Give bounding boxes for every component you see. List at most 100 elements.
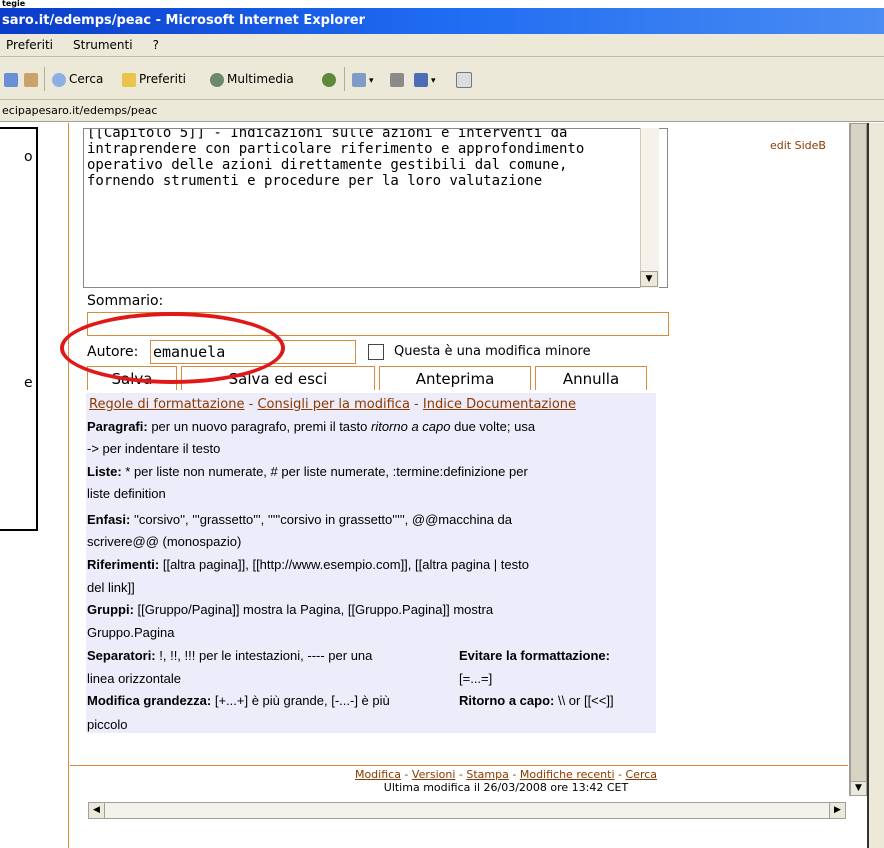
toolbar: Cerca Preferiti Multimedia ▾ ▾ [0,57,884,100]
cancel-button[interactable]: Annulla [535,366,647,390]
toolbar-separator [344,67,345,91]
menu-strumenti[interactable]: Strumenti [73,38,133,52]
help-references: Riferimenti: [[altra pagina]], [[http://… [87,557,529,572]
menu-help[interactable]: ? [153,38,159,52]
chevron-down-icon: ▾ [369,76,374,86]
search-icon [52,72,66,87]
footer-link-versions[interactable]: Versioni [412,768,456,781]
favorites-button[interactable]: Preferiti [122,69,186,89]
help-term: Separatori: [87,648,156,663]
minor-edit-checkbox[interactable] [368,344,384,360]
toolbar-separator [44,67,45,91]
left-panel-text-fragment: o [24,149,33,165]
edit-icon [414,72,428,87]
menu-preferiti[interactable]: Preferiti [6,38,53,52]
mail-icon [352,72,366,87]
footer-link-edit[interactable]: Modifica [355,768,401,781]
menu-bar: Preferiti Strumenti? [0,34,884,57]
history-icon [322,72,336,87]
help-link-editing-tips[interactable]: Consigli per la modifica [257,397,409,412]
scroll-down-button[interactable]: ▼ [640,271,658,287]
print-icon [390,72,404,87]
highlight-oval [60,312,285,384]
window-right-edge [867,123,884,848]
help-term: Liste: [87,464,122,479]
minor-edit-label: Questa è una modifica minore [394,344,591,359]
history-button[interactable] [322,69,339,89]
link-separator: - [614,768,626,781]
help-separators-cont: linea orizzontale [87,671,181,686]
link-separator: - [244,397,258,412]
textarea-line: intraprendere con particolare riferiment… [87,141,585,157]
help-text: per un nuovo paragrafo, premi il tasto [147,419,371,434]
footer-link-search[interactable]: Cerca [626,768,658,781]
scroll-right-button[interactable]: ▶ [829,802,846,819]
horizontal-scrollbar[interactable] [88,802,846,819]
search-button[interactable]: Cerca [52,69,103,89]
help-text: ritorno a capo [371,419,451,434]
home-icon [24,72,38,87]
help-groups: Gruppi: [[Gruppo/Pagina]] mostra la Pagi… [87,602,493,617]
edit-sidebar-link[interactable]: edit SideB [770,139,826,152]
help-term: Paragrafi: [87,419,148,434]
mail-button[interactable]: ▾ [352,69,374,89]
home-button[interactable] [24,69,41,89]
help-size-cont: piccolo [87,717,128,732]
edit-textarea[interactable]: [[Capitolo 5]] - Indicazioni sulle azion… [83,128,668,288]
favorites-label: Preferiti [139,72,186,86]
help-text: ''corsivo'', '''grassetto''', '''''corsi… [130,512,513,527]
page-left-border [68,123,69,848]
help-term: Riferimenti: [87,557,160,572]
help-text: [+...+] è più grande, [-...-] è più [211,693,390,708]
arrow-icon [4,72,18,87]
help-term: Evitare la formattazione: [459,648,610,663]
search-label: Cerca [69,72,104,86]
help-link-formatting-rules[interactable]: Regole di formattazione [89,397,244,412]
help-term: Gruppi: [87,602,134,617]
preview-button[interactable]: Anteprima [379,366,531,390]
scroll-left-button[interactable]: ◀ [88,802,105,819]
help-separators: Separatori: !, !!, !!! per le intestazio… [87,648,372,663]
back-button-fragment[interactable] [4,69,21,89]
help-line-break: Ritorno a capo: \\ or [[<<]] [459,693,614,708]
multimedia-icon [210,72,224,87]
help-text: [[Gruppo/Pagina]] mostra la Pagina, [[Gr… [133,602,494,617]
help-emphasis-cont: scrivere@@ (monospazio) [87,534,242,549]
help-term: Enfasi: [87,512,131,527]
vertical-scroll-thumb[interactable] [850,123,867,783]
multimedia-label: Multimedia [227,72,294,86]
help-groups-cont: Gruppo.Pagina [87,625,175,640]
help-size: Modifica grandezza: [+...+] è più grande… [87,693,390,708]
print-button[interactable] [390,69,407,89]
help-text: due volte; usa [450,419,536,434]
window-right-border [867,123,869,848]
discuss-button[interactable] [456,69,475,89]
edit-button[interactable]: ▾ [414,69,436,89]
help-lists: Liste: * per liste non numerate, # per l… [87,464,528,479]
window-top-fragment: tegie [0,0,884,8]
window-title-bar: saro.it/edemps/peac - Microsoft Internet… [0,8,884,34]
favorites-icon [122,72,136,87]
footer-link-print[interactable]: Stampa [466,768,508,781]
scroll-down-button[interactable]: ▼ [850,781,867,796]
textarea-line: [[Capitolo 5]] - Indicazioni sulle azion… [87,128,568,141]
multimedia-button[interactable]: Multimedia [210,69,294,89]
last-modified-text: Ultima modifica il 26/03/2008 ore 13:42 … [383,781,629,794]
address-bar[interactable]: ecipapesaro.it/edemps/peac [0,100,884,122]
help-link-doc-index[interactable]: Indice Documentazione [423,397,576,412]
link-separator: - [409,397,423,412]
help-text: * per liste non numerate, # per liste nu… [121,464,528,479]
help-term: Modifica grandezza: [87,693,212,708]
link-separator: - [455,768,467,781]
help-references-cont: del link]] [87,580,135,595]
footer-divider [70,765,848,766]
footer-links: Modifica - Versioni - Stampa - Modifiche… [0,768,884,781]
help-emphasis: Enfasi: ''corsivo'', '''grassetto''', ''… [87,512,512,527]
help-text: \\ or [[<<]] [554,693,614,708]
textarea-scrollbar[interactable] [640,128,659,288]
textarea-line: operativo delle azioni direttamente gest… [87,157,568,173]
document-icon [456,71,472,88]
footer-link-recent-changes[interactable]: Modifiche recenti [520,768,615,781]
help-links: Regole di formattazione - Consigli per l… [89,397,576,412]
summary-label: Sommario: [87,293,164,309]
